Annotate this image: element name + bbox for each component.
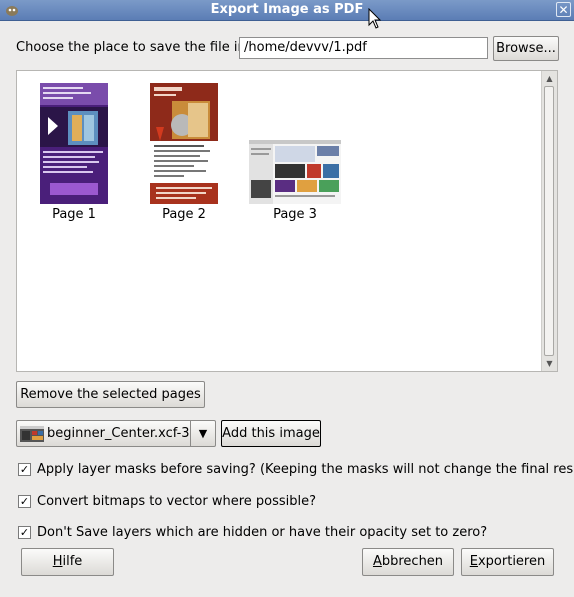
apply-layer-masks-label: Apply layer masks before saving? (Keepin… [37, 462, 574, 477]
preview-scrollbar[interactable]: ▲ ▼ [541, 71, 557, 371]
skip-hidden-layers-checkbox[interactable]: ✓ [18, 526, 31, 539]
page-thumbnail-1[interactable]: Page 1 [40, 83, 108, 223]
export-button[interactable]: Exportieren [461, 548, 554, 576]
apply-layer-masks-checkbox[interactable]: ✓ [18, 463, 31, 476]
browse-button[interactable]: Browse... [493, 36, 559, 61]
page-1-thumbnail-image [40, 83, 108, 204]
page-3-thumbnail-image [249, 140, 341, 204]
image-select-value: beginner_Center.xcf-3 [47, 426, 190, 441]
cancel-label-rest: bbrechen [381, 554, 444, 569]
remove-selected-pages-button[interactable]: Remove the selected pages [16, 381, 205, 408]
title-bar: Export Image as PDF ✕ [0, 0, 574, 21]
close-window-button[interactable]: ✕ [556, 2, 571, 17]
page-preview-area[interactable]: Page 1 Page 2 Page 3 ▲ ▼ [16, 70, 558, 372]
export-label-rest: xportieren [477, 554, 546, 569]
save-path-input[interactable]: /home/devvv/1.pdf [239, 37, 488, 59]
add-image-button[interactable]: Add this image [221, 420, 321, 447]
window-title: Export Image as PDF [210, 2, 364, 17]
convert-bitmaps-label: Convert bitmaps to vector where possible… [37, 494, 317, 509]
help-label-rest: ilfe [62, 554, 83, 569]
dropdown-arrow-icon[interactable]: ▼ [190, 421, 215, 446]
help-button[interactable]: Hilfe [21, 548, 114, 576]
mouse-cursor-icon [368, 8, 382, 29]
cancel-mnemonic: A [372, 554, 382, 569]
skip-hidden-layers-label: Don't Save layers which are hidden or ha… [37, 525, 488, 540]
page-2-thumbnail-image [150, 83, 218, 204]
page-1-label: Page 1 [52, 207, 96, 222]
image-select-combo[interactable]: beginner_Center.xcf-3 ▼ [16, 420, 216, 447]
convert-bitmaps-checkbox[interactable]: ✓ [18, 495, 31, 508]
scrollbar-thumb[interactable] [544, 86, 554, 356]
save-location-label: Choose the place to save the file in: [16, 40, 251, 55]
page-thumbnail-3[interactable]: Page 3 [249, 83, 341, 223]
page-3-label: Page 3 [273, 207, 317, 222]
image-thumbnail-icon [20, 426, 44, 442]
cancel-button[interactable]: Abbrechen [362, 548, 454, 576]
export-mnemonic: E [469, 554, 478, 569]
scroll-down-arrow-icon[interactable]: ▼ [544, 358, 555, 369]
page-2-label: Page 2 [162, 207, 206, 222]
scroll-up-arrow-icon[interactable]: ▲ [544, 73, 555, 84]
page-thumbnail-2[interactable]: Page 2 [150, 83, 218, 223]
